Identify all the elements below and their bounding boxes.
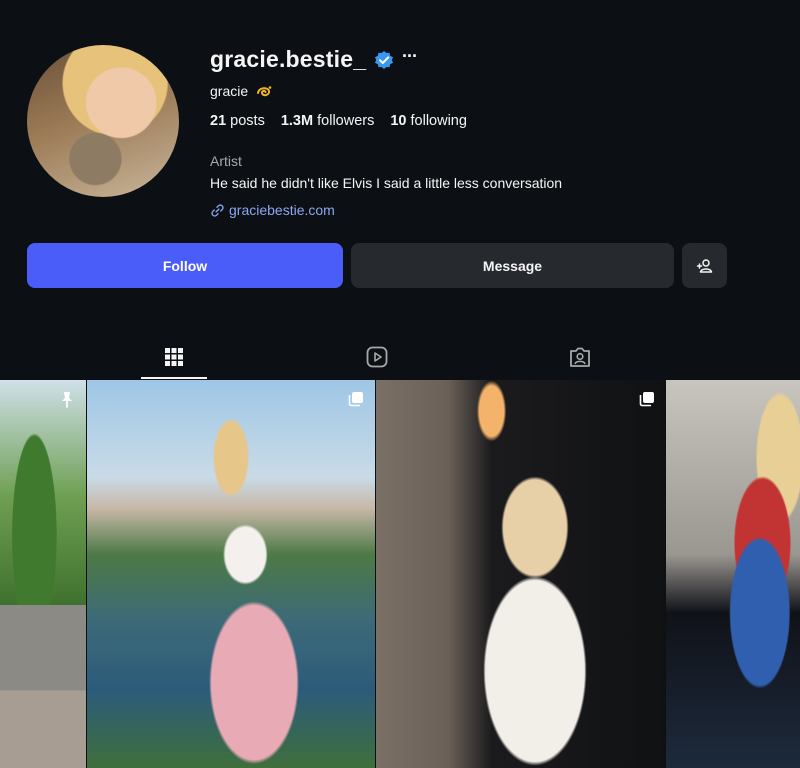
profile-display-name: gracie — [210, 83, 272, 99]
profile-avatar[interactable] — [27, 45, 179, 197]
reels-icon — [366, 346, 388, 368]
profile-bio: He said he didn't like Elvis I said a li… — [210, 175, 563, 191]
profile-username: gracie.bestie_ — [210, 46, 367, 72]
post-thumbnail[interactable] — [87, 380, 375, 768]
dizzy-emoji-icon — [257, 86, 272, 97]
tagged-icon — [570, 347, 590, 367]
verified-badge-icon — [375, 51, 393, 69]
display-name-text: gracie — [210, 83, 249, 99]
add-person-icon — [696, 258, 712, 273]
grid-icon — [165, 348, 183, 366]
suggested-accounts-button[interactable] — [682, 243, 727, 288]
tab-active-indicator — [141, 377, 207, 379]
profile-stats: 21 posts 1.3M followers 10 following — [210, 113, 467, 129]
follow-button[interactable]: Follow — [27, 243, 343, 288]
posts-stat[interactable]: 21 posts — [210, 113, 265, 129]
following-label: following — [410, 113, 467, 129]
followers-label: followers — [317, 113, 375, 129]
tab-posts[interactable] — [141, 335, 207, 379]
profile-tabs — [0, 335, 800, 379]
carousel-icon — [639, 392, 654, 407]
post-thumbnail[interactable] — [666, 380, 800, 768]
tab-reels[interactable] — [344, 335, 410, 379]
post-thumbnail[interactable] — [376, 380, 665, 768]
following-count: 10 — [390, 113, 407, 129]
profile-link-text: graciebestie.com — [229, 202, 335, 218]
link-icon — [211, 203, 224, 217]
message-button[interactable]: Message — [351, 243, 674, 288]
posts-count: 21 — [210, 113, 227, 129]
carousel-icon — [348, 392, 363, 407]
profile-category: Artist — [210, 153, 242, 169]
follow-button-label: Follow — [162, 257, 208, 274]
message-button-label: Message — [482, 257, 543, 274]
profile-link[interactable]: graciebestie.com — [210, 202, 335, 218]
tab-tagged[interactable] — [547, 335, 613, 379]
post-thumbnail[interactable] — [0, 380, 86, 768]
followers-count: 1.3M — [280, 113, 314, 129]
pinned-icon — [62, 392, 72, 408]
followers-stat[interactable]: 1.3M followers — [281, 113, 375, 129]
posts-grid — [0, 380, 800, 768]
more-options-button[interactable]: ··· — [402, 46, 418, 67]
posts-label: posts — [230, 113, 265, 129]
following-stat[interactable]: 10 following — [390, 113, 467, 129]
